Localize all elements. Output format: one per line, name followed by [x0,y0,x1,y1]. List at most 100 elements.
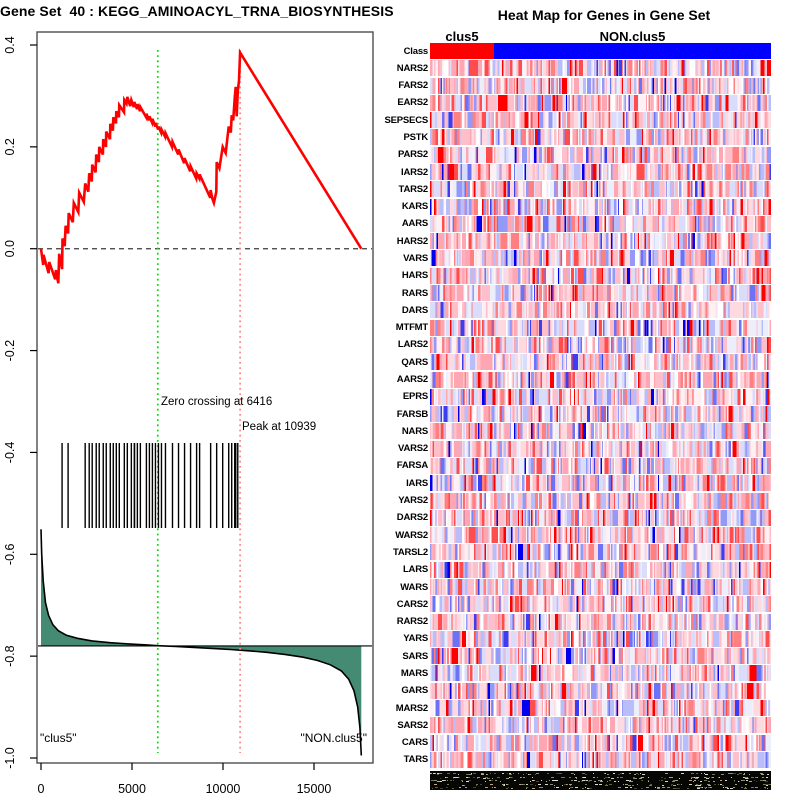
sample-name-speck [453,778,454,779]
sample-name-speck [521,777,522,778]
sample-name-speck [562,785,563,786]
sample-name-speck [440,778,441,779]
sample-name-speck [547,773,549,774]
gene-row-label: TARSL2 [340,547,428,558]
sample-name-speck [606,785,607,786]
sample-name-speck [556,773,559,774]
gene-row-label: RARS [340,288,428,299]
heatmap-row [430,60,771,76]
sample-name-speck [700,781,702,782]
sample-name-speck [727,788,729,789]
sample-name-speck [571,773,573,774]
heatmap-row [430,250,771,266]
sample-name-speck [511,788,513,789]
sample-names-strip [430,771,771,790]
heatmap-row [430,112,771,128]
sample-name-speck [608,777,610,778]
sample-name-speck [681,773,684,774]
sample-name-speck [561,777,564,778]
heatmap-title: Heat Map for Genes in Gene Set [430,7,778,23]
gene-row-label: VARS2 [340,443,428,454]
sample-name-speck [494,787,495,788]
sample-name-speck [679,778,680,779]
sample-name-speck [756,781,757,782]
sample-name-speck [754,780,755,781]
heatmap-row [430,95,771,111]
heatmap-row [430,579,771,595]
sample-name-speck [634,774,636,775]
sample-name-speck [709,777,710,778]
sample-name-speck [459,787,461,788]
sample-name-speck [506,788,508,789]
sample-name-speck [455,777,458,778]
sample-name-speck [581,781,583,782]
sample-name-speck [665,773,668,774]
sample-name-speck [530,784,533,785]
sample-name-speck [664,778,666,779]
sample-name-speck [735,784,737,785]
sample-name-speck [499,777,500,778]
sample-name-speck [569,777,571,778]
sample-name-speck [439,773,442,774]
sample-name-speck [745,784,747,785]
gene-row-label: TARS [340,754,428,765]
sample-name-speck [760,773,763,774]
gene-row-label: DARS [340,305,428,316]
sample-name-speck [617,777,618,778]
sample-name-speck [595,784,598,785]
sample-name-speck [704,777,706,778]
sample-name-speck [620,777,623,778]
sample-name-speck [669,777,671,778]
sample-name-speck [649,785,652,786]
sample-name-speck [483,778,486,779]
sample-name-speck [714,784,716,785]
heatmap-row [430,596,771,612]
sample-name-speck [587,788,589,789]
sample-name-speck [681,784,682,785]
sample-name-speck [535,774,536,775]
sample-name-speck [708,787,710,788]
sample-name-speck [536,781,539,782]
gene-row-label: GARS [340,685,428,696]
sample-name-speck [626,780,629,781]
sample-name-speck [559,773,562,774]
sample-name-speck [625,787,628,788]
sample-name-speck [634,778,637,779]
gene-row-label: SARS2 [340,720,428,731]
sample-name-speck [594,781,596,782]
sample-name-speck [766,777,768,778]
sample-name-speck [762,777,764,778]
gene-row-label: HARS [340,270,428,281]
heatmap-row [430,510,771,526]
sample-name-speck [574,774,575,775]
sample-name-speck [575,777,577,778]
sample-name-speck [629,773,631,774]
sample-name-speck [650,784,652,785]
sample-name-speck [689,780,692,781]
sample-name-speck [582,773,585,774]
sample-name-speck [526,788,527,789]
gene-row-label: HARS2 [340,236,428,247]
sample-name-speck [705,774,708,775]
sample-name-speck [492,778,493,779]
sample-name-speck [555,780,558,781]
sample-name-speck [546,781,547,782]
sample-name-speck [767,774,769,775]
sample-name-speck [614,781,616,782]
gene-row-label: FARSA [340,460,428,471]
gene-row-label: NARS2 [340,63,428,74]
sample-name-speck [490,773,491,774]
sample-name-speck [494,787,496,788]
sample-name-speck [766,785,768,786]
sample-name-speck [569,784,572,785]
sample-name-speck [639,778,642,779]
sample-name-speck [738,781,740,782]
sample-name-speck [550,784,553,785]
sample-name-speck [506,778,509,779]
gene-row-label: IARS [340,478,428,489]
sample-name-speck [541,780,542,781]
heatmap-row [430,631,771,647]
sample-name-speck [530,781,531,782]
sample-name-speck [698,780,699,781]
sample-name-speck [675,780,676,781]
